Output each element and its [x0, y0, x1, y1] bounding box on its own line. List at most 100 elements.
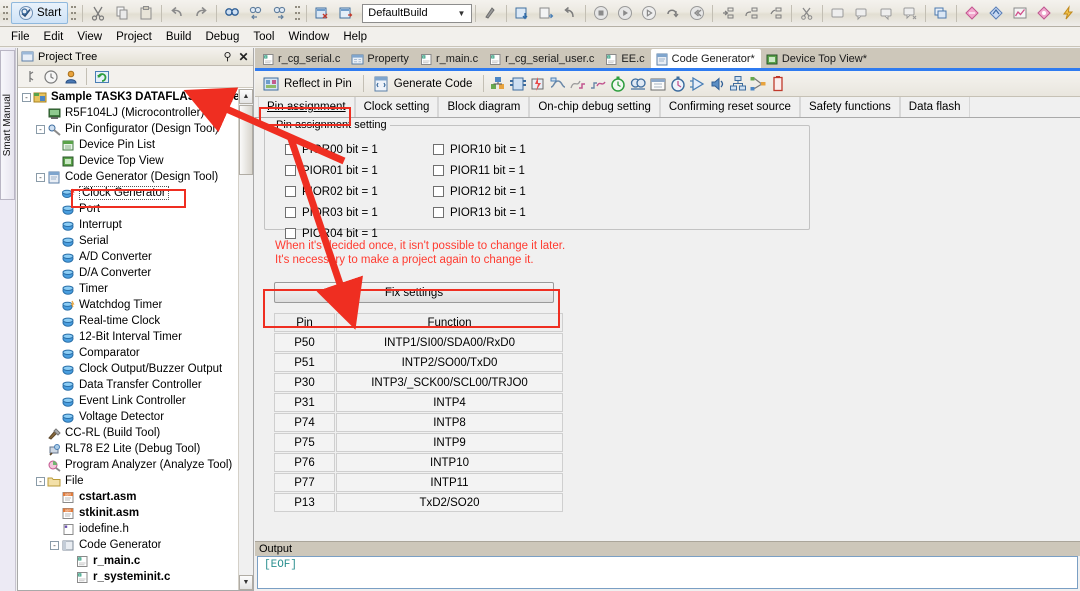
elc-icon[interactable] — [749, 75, 767, 93]
cut-button[interactable] — [86, 2, 110, 24]
pin-table-row[interactable]: P30 INTP3/_SCK00/SCL00/TRJO0 — [274, 373, 564, 393]
tree-node-serial[interactable]: Serial — [18, 233, 253, 249]
scroll-thumb[interactable] — [239, 105, 253, 175]
pior-checkbox-pior12[interactable]: PIOR12 bit = 1 — [433, 186, 526, 198]
toolbar-grip[interactable] — [2, 3, 9, 23]
step-next-button[interactable] — [764, 2, 788, 24]
tree-node-cstart-asm[interactable]: asm cstart.asm — [18, 489, 253, 505]
copy-button[interactable] — [110, 2, 134, 24]
project-tree-list[interactable]: - Sample TASK3 DATAFLASH (Projec R5F104LJ … — [18, 89, 253, 590]
smart-manual-tab[interactable]: Smart Manual — [0, 50, 15, 200]
port-icon[interactable] — [509, 75, 527, 93]
step-out-button[interactable] — [740, 2, 764, 24]
pior-checkbox-pior04[interactable]: PIOR04 bit = 1 — [285, 228, 433, 240]
profile-button[interactable] — [1032, 2, 1056, 24]
run-cursor-button[interactable] — [637, 2, 661, 24]
tree-node-a-d-converter[interactable]: A/D Converter — [18, 249, 253, 265]
pior-checkbox-pior00[interactable]: PIOR00 bit = 1 — [285, 144, 433, 156]
tree-expander[interactable]: - — [22, 92, 31, 102]
menu-help[interactable]: Help — [336, 29, 374, 45]
output-panel-body[interactable]: [EOF] — [257, 556, 1078, 589]
interrupt-icon[interactable] — [529, 75, 547, 93]
menu-build[interactable]: Build — [159, 29, 199, 45]
tree-node-device-pin-list[interactable]: Device Pin List — [18, 137, 253, 153]
menu-tool[interactable]: Tool — [246, 29, 281, 45]
document-tab-r-cg-serial-c[interactable]: c r_cg_serial.c — [257, 50, 346, 68]
menu-edit[interactable]: Edit — [37, 29, 71, 45]
interval-timer-icon[interactable] — [669, 75, 687, 93]
pin-table-row[interactable]: P13 TxD2/SO20 — [274, 493, 564, 513]
inner-tab-safety-functions[interactable]: Safety functions — [799, 97, 900, 117]
tree-node-cc-rl-build-tool[interactable]: CC-RL (Build Tool) — [18, 425, 253, 441]
scroll-down-icon[interactable]: ▼ — [239, 575, 253, 590]
tree-node-d-a-converter[interactable]: D/A Converter — [18, 265, 253, 281]
generate-code-button[interactable]: Generate Code — [369, 73, 479, 95]
step-over-button[interactable] — [661, 2, 685, 24]
paste-button[interactable] — [134, 2, 158, 24]
document-tab-r-main-c[interactable]: c r_main.c — [415, 50, 484, 68]
checkbox-icon[interactable] — [285, 207, 296, 218]
pior-checkbox-pior03[interactable]: PIOR03 bit = 1 — [285, 207, 433, 219]
inner-tab-on-chip-debug-setting[interactable]: On-chip debug setting — [529, 97, 660, 117]
tree-node-code-generator[interactable]: - Code Generator — [18, 537, 253, 553]
find-prev-button[interactable] — [244, 2, 268, 24]
pior-checkbox-pior02[interactable]: PIOR02 bit = 1 — [285, 186, 433, 198]
tree-node-r-systeminit-c[interactable]: c r_systeminit.c — [18, 569, 253, 585]
analyze-button-2[interactable] — [984, 2, 1008, 24]
tree-node-file[interactable]: - File — [18, 473, 253, 489]
pin-table-row[interactable]: P74 INTP8 — [274, 413, 564, 433]
inner-tab-clock-setting[interactable]: Clock setting — [354, 97, 439, 117]
build-project-button[interactable] — [334, 2, 358, 24]
watch-clear-button[interactable] — [898, 2, 922, 24]
tree-node-interrupt[interactable]: Interrupt — [18, 217, 253, 233]
menu-view[interactable]: View — [70, 29, 109, 45]
toolbar-grip-3[interactable] — [294, 3, 302, 23]
inner-tab-confirming-reset-source[interactable]: Confirming reset source — [659, 97, 800, 117]
fix-settings-button[interactable]: Fix settings — [274, 282, 554, 303]
pin-icon[interactable]: ⚲ — [221, 50, 234, 63]
tile-windows-button[interactable] — [929, 2, 953, 24]
checkbox-icon[interactable] — [433, 165, 444, 176]
inner-tab-block-diagram[interactable]: Block diagram — [438, 97, 530, 117]
analyze-button-1[interactable] — [960, 2, 984, 24]
voltage-detector-icon[interactable] — [769, 75, 787, 93]
tree-node-rl78-e2-lite-debug-tool[interactable]: RL78 E2 Lite (Debug Tool) — [18, 441, 253, 457]
pin-table-row[interactable]: P50 INTP1/SI00/SDA00/RxD0 — [274, 333, 564, 353]
pin-table-row[interactable]: P76 INTP10 — [274, 453, 564, 473]
rebuild-button[interactable] — [479, 2, 503, 24]
tree-expander[interactable]: - — [36, 124, 45, 134]
checkbox-icon[interactable] — [285, 144, 296, 155]
watch-add-button[interactable] — [850, 2, 874, 24]
download-button[interactable] — [510, 2, 534, 24]
tree-node-r5f104lj-microcontroller[interactable]: R5F104LJ (Microcontroller) — [18, 105, 253, 121]
menu-project[interactable]: Project — [109, 29, 159, 45]
tree-node-voltage-detector[interactable]: Voltage Detector — [18, 409, 253, 425]
checkbox-icon[interactable] — [285, 228, 296, 239]
tree-node-sample-task3-dataflash-projec[interactable]: - Sample TASK3 DATAFLASH (Projec — [18, 89, 253, 105]
find-button[interactable] — [220, 2, 244, 24]
tree-node-program-analyzer-analyze-tool[interactable]: Program Analyzer (Analyze Tool) — [18, 457, 253, 473]
clock-icon[interactable] — [43, 69, 59, 85]
document-tab-ee-c[interactable]: c EE.c — [600, 50, 650, 68]
chevron-down-icon[interactable]: ▼ — [454, 6, 469, 21]
start-button[interactable]: Start — [11, 2, 69, 24]
clock-generator-icon[interactable] — [489, 75, 507, 93]
step-in-button[interactable] — [716, 2, 740, 24]
tree-node-stkinit-asm[interactable]: asm stkinit.asm — [18, 505, 253, 521]
scroll-up-icon[interactable]: ▲ — [239, 89, 253, 104]
tree-node-clock-output-buzzer-output[interactable]: Clock Output/Buzzer Output — [18, 361, 253, 377]
chart-button[interactable] — [1008, 2, 1032, 24]
watch-remove-button[interactable] — [874, 2, 898, 24]
tree-node-comparator[interactable]: Comparator — [18, 345, 253, 361]
build-configuration-combo[interactable]: DefaultBuild ▼ — [362, 3, 472, 23]
timer-icon[interactable] — [609, 75, 627, 93]
document-tab-code-generator[interactable]: Code Generator* — [650, 49, 761, 68]
serial-icon[interactable] — [549, 75, 567, 93]
tree-node-12-bit-interval-timer[interactable]: 12-Bit Interval Timer — [18, 329, 253, 345]
pin-table-row[interactable]: P77 INTP11 — [274, 473, 564, 493]
connect-icon[interactable] — [23, 69, 39, 85]
toolbar-grip-2[interactable] — [70, 3, 78, 23]
tree-node-pin-configurator-design-tool[interactable]: - Pin Configurator (Design Tool) — [18, 121, 253, 137]
checkbox-icon[interactable] — [433, 207, 444, 218]
refresh-icon[interactable] — [94, 69, 110, 85]
